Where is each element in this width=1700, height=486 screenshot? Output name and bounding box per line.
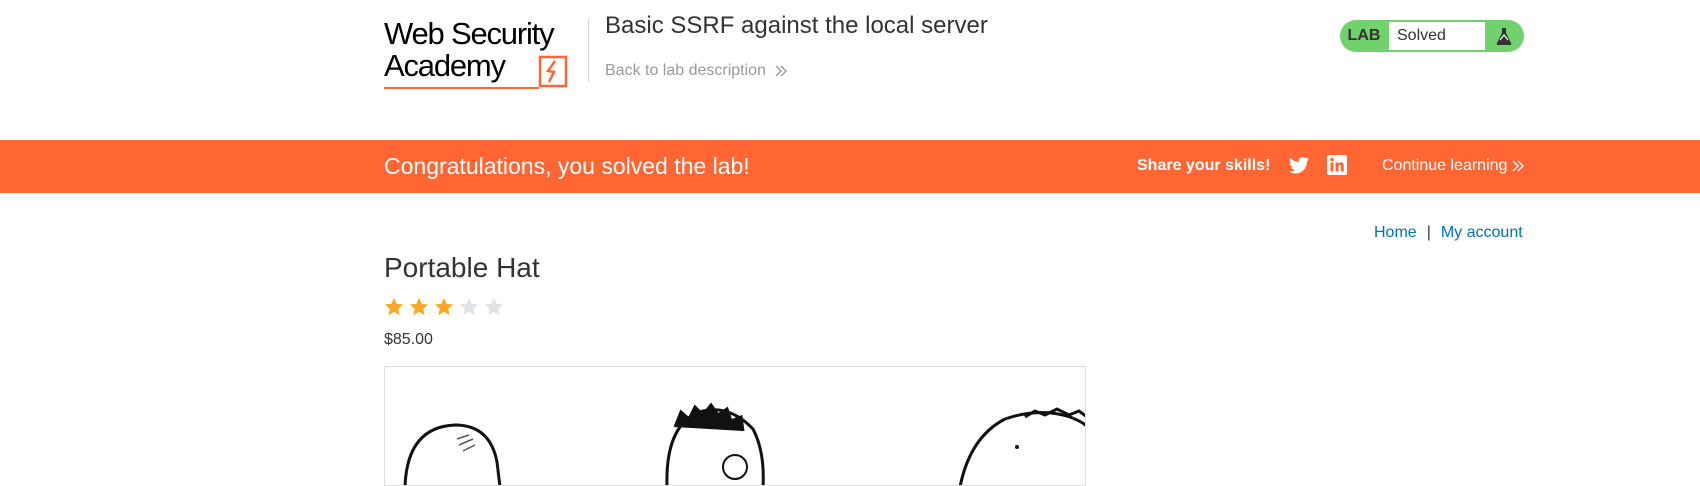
back-link-label: Back to lab description [605,62,766,79]
solved-banner: Congratulations, you solved the lab! Sha… [0,140,1700,193]
product-image [384,366,1086,486]
lab-status-text: Solved [1388,21,1486,51]
continue-learning-label: Continue learning [1382,157,1508,174]
star-empty-icon [459,297,479,316]
twitter-icon[interactable] [1288,156,1310,176]
star-filled-icon [384,297,404,316]
logo-underline [384,87,539,89]
double-chevron-right-icon [775,65,787,77]
my-account-link[interactable]: My account [1441,224,1523,242]
congratulations-message: Congratulations, you solved the lab! [384,153,750,179]
double-chevron-right-icon [1512,160,1525,172]
logo-line-1: Web Security [384,16,555,51]
nav-separator: | [1426,224,1431,241]
product-price: $85.00 [384,331,433,348]
continue-learning-link[interactable]: Continue learning [1382,157,1525,175]
lab-badge: LAB [1347,27,1381,44]
logo-separator [588,18,589,82]
share-skills-label: Share your skills! [1137,157,1271,174]
lab-title: Basic SSRF against the local server [605,12,988,39]
linkedin-icon[interactable] [1327,155,1347,175]
product-title: Portable Hat [384,252,540,283]
back-to-lab-description-link[interactable]: Back to lab description [605,62,788,80]
star-empty-icon [484,297,504,316]
star-filled-icon [409,297,429,316]
home-link[interactable]: Home [1374,224,1417,242]
top-nav: Home | My account [1374,224,1523,242]
star-filled-icon [434,297,454,316]
logo-flash-icon [538,55,568,88]
header: Web Security Academy Basic SSRF against … [0,0,1700,140]
lab-flask-icon [1486,26,1522,46]
product-rating [383,296,505,318]
lab-status-widget: LAB Solved [1340,20,1524,52]
product-image-drawing [403,402,1085,485]
web-security-academy-logo[interactable]: Web Security Academy [384,18,586,92]
